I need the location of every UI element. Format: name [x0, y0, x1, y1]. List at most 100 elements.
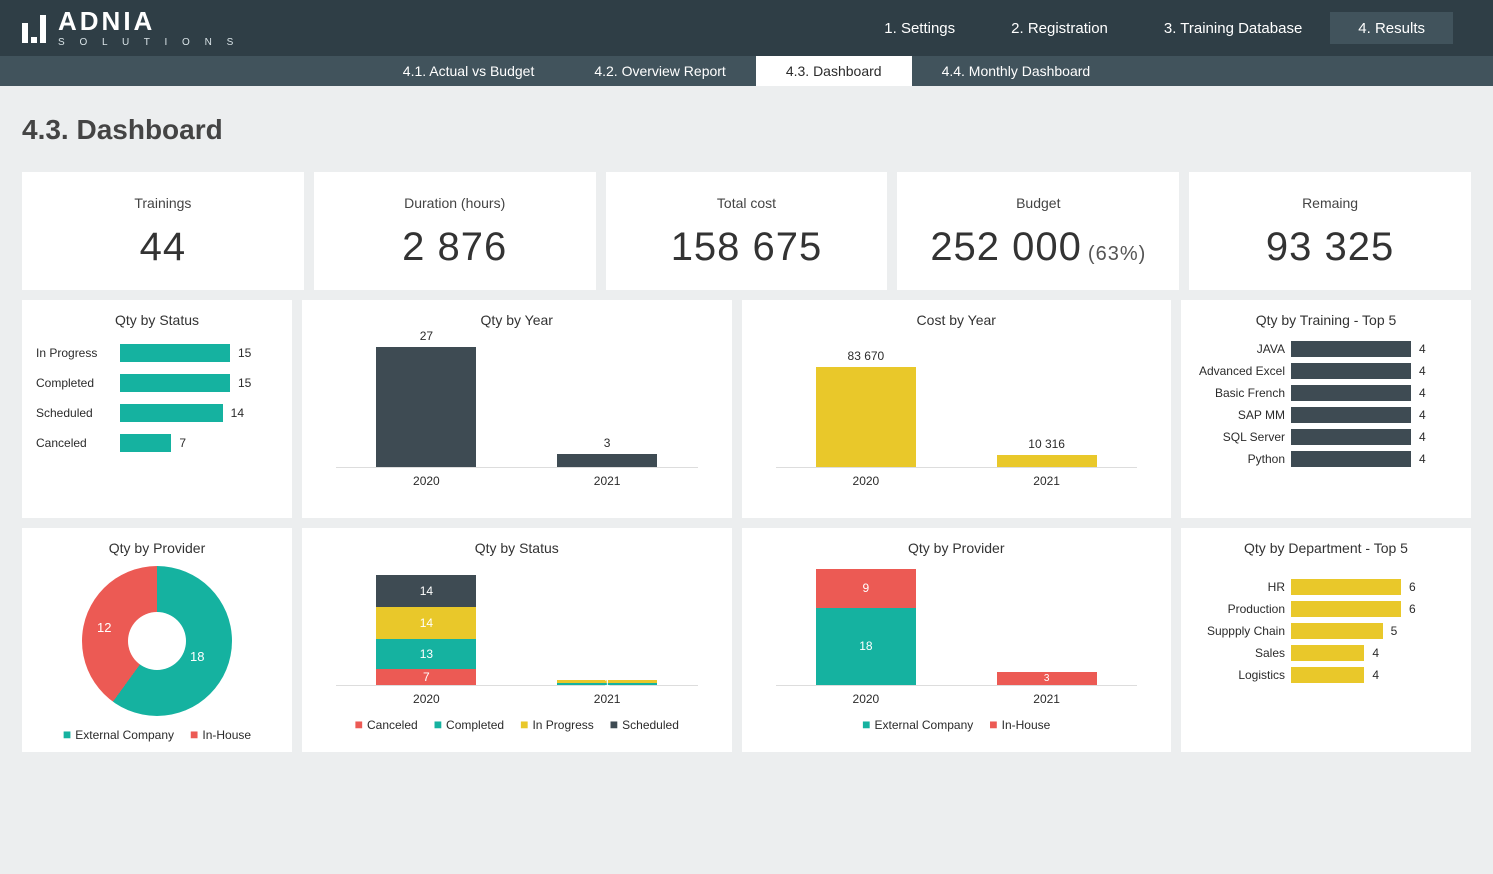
brand-logo: ADNIA S O L U T I O N S [0, 8, 239, 48]
sub-nav-bar: 4.1. Actual vs Budget 4.2. Overview Repo… [0, 56, 1493, 86]
bar-row: Sales 4 [1195, 642, 1457, 664]
bar-row: Production6 [1195, 598, 1457, 620]
stack-segment: 18 [816, 608, 916, 685]
chart-qty-by-department: Qty by Department - Top 5 HR6Production6… [1181, 528, 1471, 752]
kpi-label: Remaing [1203, 195, 1457, 211]
bar-category: Suppply Chain [1195, 624, 1291, 638]
bar-category: SQL Server [1195, 430, 1291, 444]
chart-qty-by-training: Qty by Training - Top 5 JAVA 4 Advanced Ex… [1181, 300, 1471, 518]
chart-qty-by-status: Qty by Status In Progress15Completed15Sc… [22, 300, 292, 518]
bar-row: Completed15 [36, 368, 278, 398]
stack-segment: 3 [997, 672, 1097, 685]
axis-label: 2021 [594, 692, 621, 706]
kpi-trainings: Trainings 44 [22, 172, 304, 290]
bar-category: Scheduled [36, 406, 120, 420]
legend-completed: Completed [434, 716, 504, 732]
kpi-remaining: Remaing 93 325 [1189, 172, 1471, 290]
stack-column: 11 [557, 680, 657, 685]
chart-body: 83 670 10 316 [776, 338, 1138, 468]
stack-segment: 7 [376, 669, 476, 685]
axis-label: 2020 [853, 474, 880, 488]
legend: External Company In-House [36, 726, 278, 742]
chart-qty-by-provider-stacked: Qty by Provider 1893 20202021 External C… [742, 528, 1172, 752]
donut-label-inh: 12 [97, 620, 111, 635]
chart-body: 713141411 [336, 566, 698, 686]
bar-category: Python [1195, 452, 1291, 466]
stack-column: 189 [816, 569, 916, 685]
bar-row: Basic French 4 [1195, 382, 1457, 404]
kpi-label: Total cost [620, 195, 874, 211]
brand-name: ADNIA [58, 8, 239, 34]
chart-qty-by-year: Qty by Year 273 20202021 [302, 300, 732, 518]
bar-value: 6 [1409, 580, 1416, 594]
legend-inhouse: In-House [989, 716, 1050, 732]
chart-body: 1893 [776, 566, 1138, 686]
chart-body: In Progress 15 Completed15 Scheduled 14 Cance… [36, 338, 278, 508]
bar-value: 4 [1419, 408, 1426, 422]
chart-axis: 20202021 [336, 692, 698, 706]
nav-settings[interactable]: 1. Settings [856, 12, 983, 44]
kpi-value: 158 675 [620, 225, 874, 270]
stack-segment: 1 [557, 683, 657, 685]
kpi-value: 44 [36, 225, 290, 270]
column: 10 316 [956, 437, 1137, 467]
bar-value: 4 [1419, 430, 1426, 444]
brand-sub: S O L U T I O N S [58, 38, 239, 48]
column-value: 10 316 [1028, 437, 1065, 451]
chart-cost-by-year: Cost by Year 83 67010 316 20202021 [742, 300, 1172, 518]
chart-title: Qty by Provider [36, 540, 278, 556]
donut-label-ext: 18 [190, 649, 204, 664]
kpi-label: Duration (hours) [328, 195, 582, 211]
legend: External Company In-House [756, 716, 1158, 732]
nav-results[interactable]: 4. Results [1330, 12, 1453, 44]
bar-category: In Progress [36, 346, 120, 360]
bar-value: 4 [1419, 452, 1426, 466]
chart-title: Qty by Provider [756, 540, 1158, 556]
bar-value: 15 [238, 346, 251, 360]
bar-row: Logistics4 [1195, 664, 1457, 686]
bar-row: Advanced Excel4 [1195, 360, 1457, 382]
bar-value: 4 [1372, 646, 1379, 660]
bar-row: Suppply Chain5 [1195, 620, 1457, 642]
chart-body: JAVA4Advanced Excel4Basic French4SAP MM4… [1195, 338, 1457, 470]
bar-category: Completed [36, 376, 120, 390]
column: 3 [517, 436, 698, 467]
legend-canceled: Canceled [355, 716, 418, 732]
stack-column: 3 [997, 672, 1097, 685]
column-value: 3 [604, 436, 611, 450]
stack-segment: 9 [816, 569, 916, 608]
bar-category: Sales [1195, 646, 1291, 660]
axis-label: 2021 [1033, 692, 1060, 706]
bar-value: 4 [1419, 386, 1426, 400]
column: 27 [336, 329, 517, 467]
page-title: 4.3. Dashboard [22, 114, 1471, 146]
bar-category: JAVA [1195, 342, 1291, 356]
bar-category: Canceled [36, 436, 120, 450]
nav-training-db[interactable]: 3. Training Database [1136, 12, 1330, 44]
column: 83 670 [776, 349, 957, 467]
bar-value: 4 [1419, 342, 1426, 356]
bar-value: 4 [1372, 668, 1379, 682]
nav-registration[interactable]: 2. Registration [983, 12, 1136, 44]
kpi-budget: Budget 252 000(63%) [897, 172, 1179, 290]
tab-overview-report[interactable]: 4.2. Overview Report [564, 56, 756, 86]
stack-segment: 14 [376, 607, 476, 639]
main-nav: 1. Settings 2. Registration 3. Training … [856, 0, 1493, 56]
chart-title: Qty by Status [36, 312, 278, 328]
axis-label: 2021 [1033, 474, 1060, 488]
chart-axis: 20202021 [776, 692, 1138, 706]
tab-dashboard[interactable]: 4.3. Dashboard [756, 56, 912, 86]
chart-title: Qty by Training - Top 5 [1195, 312, 1457, 328]
tab-monthly-dashboard[interactable]: 4.4. Monthly Dashboard [912, 56, 1121, 86]
tab-actual-vs-budget[interactable]: 4.1. Actual vs Budget [373, 56, 565, 86]
bar-row: Python 4 [1195, 448, 1457, 470]
chart-qty-by-provider-donut: Qty by Provider 18 12 External Company I… [22, 528, 292, 752]
kpi-value: 252 000(63%) [911, 225, 1165, 270]
bar-category: HR [1195, 580, 1291, 594]
bar-row: Scheduled 14 [36, 398, 278, 428]
bar-category: Basic French [1195, 386, 1291, 400]
axis-label: 2020 [413, 474, 440, 488]
bar-value: 14 [231, 406, 244, 420]
kpi-value: 2 876 [328, 225, 582, 270]
chart-title: Qty by Status [316, 540, 718, 556]
